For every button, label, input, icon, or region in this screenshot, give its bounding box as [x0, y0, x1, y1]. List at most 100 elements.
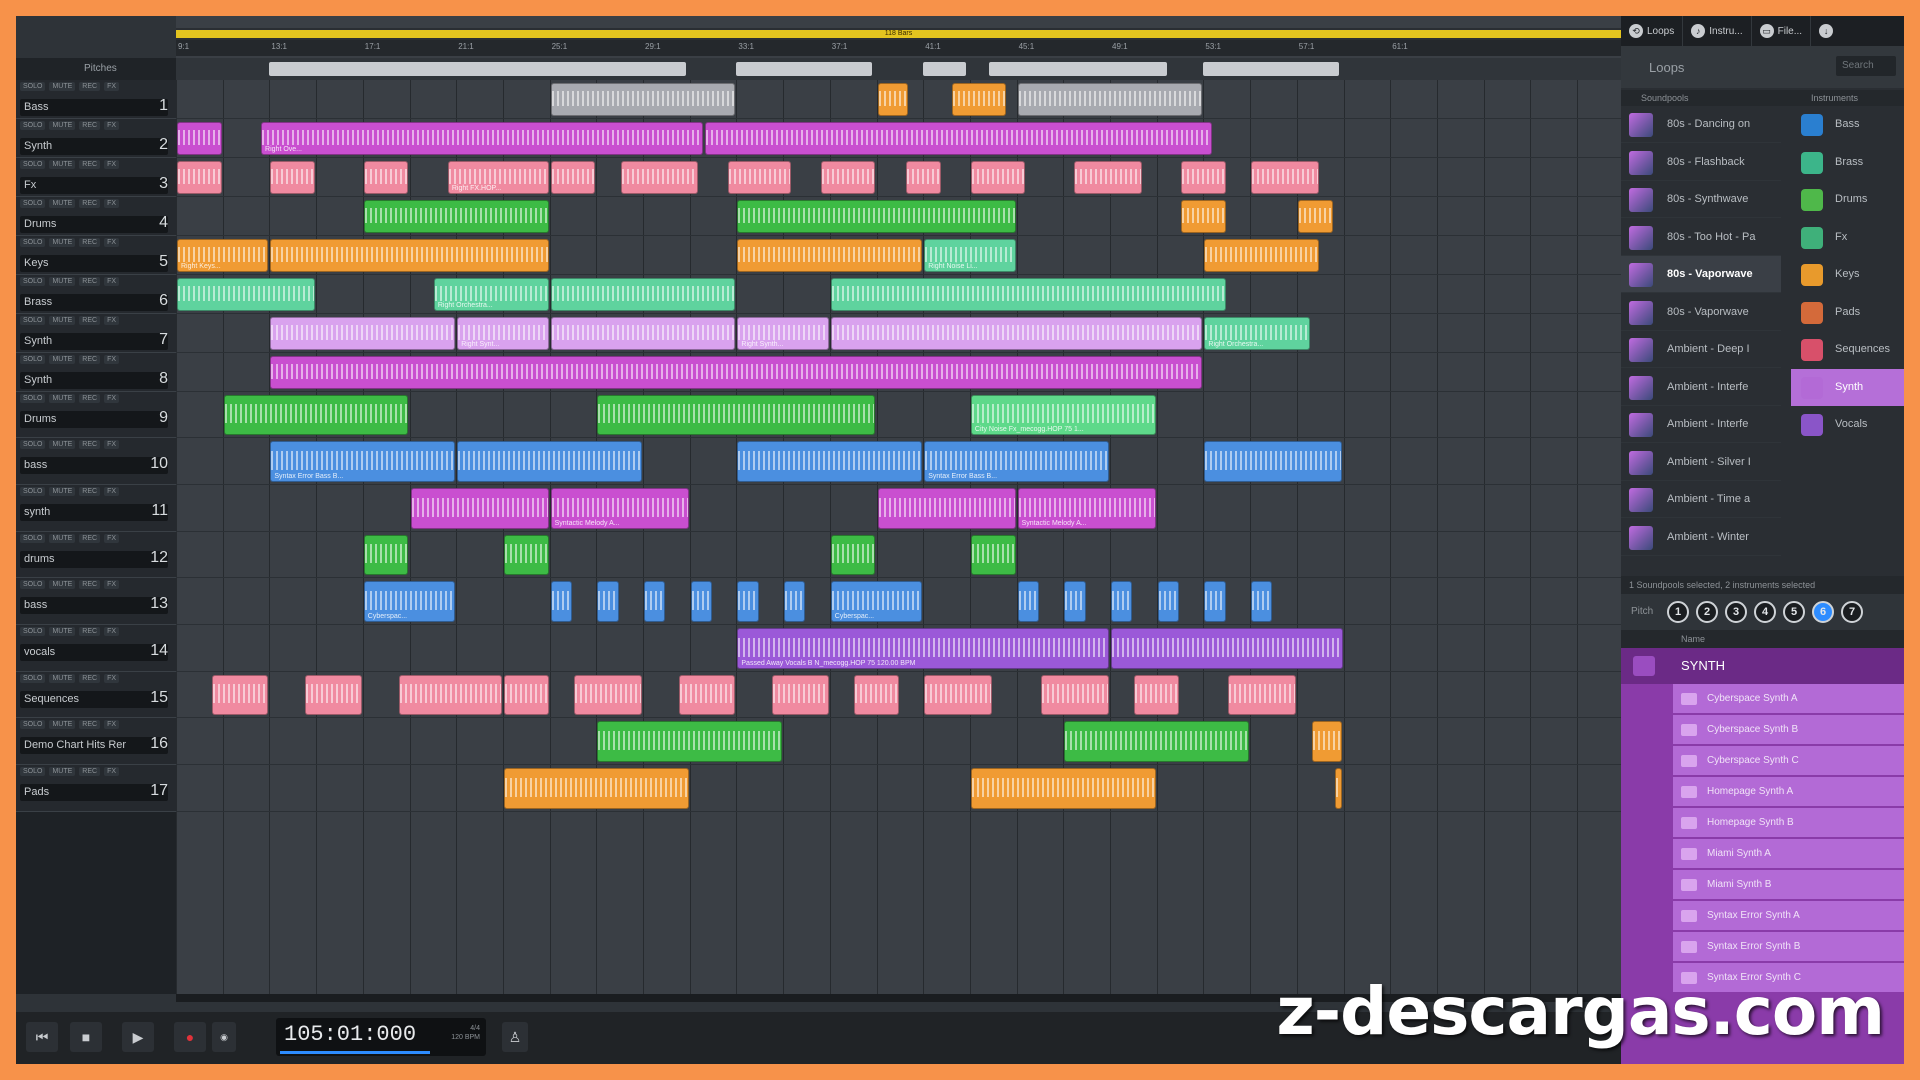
audio-clip[interactable] [363, 535, 409, 575]
solo-button[interactable]: SOLO [20, 238, 46, 247]
solo-button[interactable]: SOLO [20, 121, 46, 130]
audio-clip[interactable] [410, 488, 549, 529]
record-arm-button[interactable]: REC [79, 160, 101, 169]
loop-item[interactable]: Cyberspace Synth C [1673, 746, 1904, 776]
pitch-button-5[interactable]: 5 [1783, 601, 1805, 623]
track-row[interactable]: SOLO MUTE REC FX Synth 2 [16, 119, 176, 158]
audio-clip[interactable] [737, 200, 1016, 233]
metronome-icon[interactable]: ♙ [502, 1022, 528, 1052]
loop-item[interactable]: Homepage Synth A [1673, 777, 1904, 807]
track-name-field[interactable]: Fx [20, 177, 168, 194]
audio-clip[interactable] [1204, 239, 1320, 272]
solo-button[interactable]: SOLO [20, 199, 46, 208]
audio-clip[interactable]: Right Noise Li... [924, 239, 1016, 272]
record-arm-button[interactable]: REC [79, 82, 101, 91]
audio-clip[interactable] [877, 488, 1016, 529]
arranger-marker[interactable] [269, 62, 686, 76]
track-name-field[interactable]: synth [20, 504, 168, 521]
mute-button[interactable]: MUTE [49, 627, 76, 636]
solo-button[interactable]: SOLO [20, 580, 46, 589]
audio-clip[interactable] [830, 535, 876, 575]
audio-clip[interactable] [952, 83, 1007, 116]
audio-clip[interactable] [1204, 441, 1343, 482]
mute-button[interactable]: MUTE [49, 440, 76, 449]
soundpool-item[interactable]: 80s - Vaporwave [1621, 256, 1781, 293]
arranger-marker[interactable] [988, 62, 1167, 76]
track-row[interactable]: SOLO MUTE REC FX drums 12 [16, 532, 176, 578]
audio-clip[interactable]: Syntax Error Bass B... [924, 441, 1109, 482]
tab-loops[interactable]: ⟲ Loops [1621, 16, 1684, 46]
fx-button[interactable]: FX [104, 720, 120, 729]
audio-clip[interactable] [1111, 581, 1133, 622]
soundpool-item[interactable]: 80s - Synthwave [1621, 181, 1781, 218]
track-name-field[interactable]: bass [20, 597, 168, 614]
fx-button[interactable]: FX [104, 277, 120, 286]
record-arm-button[interactable]: REC [79, 121, 101, 130]
audio-clip[interactable] [772, 675, 829, 715]
mute-button[interactable]: MUTE [49, 767, 76, 776]
track-name-field[interactable]: Bass [20, 99, 168, 116]
audio-clip[interactable]: Syntax Error Bass B... [270, 441, 456, 482]
mute-button[interactable]: MUTE [49, 394, 76, 403]
solo-button[interactable]: SOLO [20, 82, 46, 91]
solo-button[interactable]: SOLO [20, 487, 46, 496]
track-name-field[interactable]: Sequences [20, 691, 168, 708]
record-arm-button[interactable]: REC [79, 720, 101, 729]
track-row[interactable]: SOLO MUTE REC FX Keys 5 [16, 236, 176, 275]
track-row[interactable]: SOLO MUTE REC FX vocals 14 [16, 625, 176, 672]
mute-button[interactable]: MUTE [49, 82, 76, 91]
soundpool-item[interactable]: Ambient - Winter [1621, 519, 1781, 556]
audio-clip[interactable] [597, 581, 619, 622]
track-row[interactable]: SOLO MUTE REC FX Sequences 15 [16, 672, 176, 718]
audio-clip[interactable] [177, 278, 316, 311]
soundpool-item[interactable]: 80s - Flashback [1621, 144, 1781, 181]
play-icon[interactable]: ▶ [122, 1022, 154, 1052]
record-mode-icon[interactable]: ◉ [212, 1022, 236, 1052]
audio-clip[interactable]: Syntactic Melody A... [550, 488, 689, 529]
track-row[interactable]: SOLO MUTE REC FX Brass 6 [16, 275, 176, 314]
audio-clip[interactable] [1227, 675, 1296, 715]
audio-clip[interactable] [830, 278, 1226, 311]
instrument-fx[interactable]: Fx [1791, 219, 1904, 256]
mute-button[interactable]: MUTE [49, 160, 76, 169]
solo-button[interactable]: SOLO [20, 160, 46, 169]
fx-button[interactable]: FX [104, 82, 120, 91]
clip-grid[interactable]: Right Ove... Right FX.HOP... Right Keys...… [176, 80, 1625, 994]
mute-button[interactable]: MUTE [49, 720, 76, 729]
mute-button[interactable]: MUTE [49, 277, 76, 286]
audio-clip[interactable] [177, 161, 222, 194]
soundpool-item[interactable]: Ambient - Interfe [1621, 369, 1781, 406]
audio-clip[interactable] [1181, 200, 1226, 233]
audio-clip[interactable]: Syntactic Melody A... [1017, 488, 1156, 529]
fx-button[interactable]: FX [104, 627, 120, 636]
soundpools-column[interactable]: Soundpools [1641, 93, 1689, 103]
audio-clip[interactable] [704, 122, 1212, 155]
track-name-field[interactable]: Drums [20, 216, 168, 233]
soundpool-item[interactable]: Ambient - Time a [1621, 481, 1781, 518]
fx-button[interactable]: FX [104, 355, 120, 364]
mute-button[interactable]: MUTE [49, 487, 76, 496]
pitch-button-7[interactable]: 7 [1841, 601, 1863, 623]
audio-clip[interactable] [305, 675, 362, 715]
time-display[interactable]: 105:01:000 4/4 120 BPM [276, 1018, 486, 1056]
audio-clip[interactable] [1017, 581, 1039, 622]
audio-clip[interactable] [270, 317, 456, 350]
audio-clip[interactable] [1040, 675, 1109, 715]
audio-clip[interactable] [363, 200, 549, 233]
audio-clip[interactable]: Right Synt... [457, 317, 549, 350]
audio-clip[interactable] [270, 239, 549, 272]
audio-clip[interactable] [503, 675, 549, 715]
track-name-field[interactable]: Drums [20, 411, 168, 428]
audio-clip[interactable] [1017, 83, 1203, 116]
solo-button[interactable]: SOLO [20, 534, 46, 543]
loop-item[interactable]: Homepage Synth B [1673, 808, 1904, 838]
instrument-vocals[interactable]: Vocals [1791, 406, 1904, 443]
audio-clip[interactable] [550, 161, 596, 194]
mute-button[interactable]: MUTE [49, 674, 76, 683]
audio-clip[interactable] [877, 83, 909, 116]
audio-clip[interactable]: Right Orchestra... [1204, 317, 1310, 350]
audio-clip[interactable] [970, 161, 1025, 194]
audio-clip[interactable] [573, 675, 642, 715]
record-arm-button[interactable]: REC [79, 394, 101, 403]
instrument-sequences[interactable]: Sequences [1791, 331, 1904, 368]
